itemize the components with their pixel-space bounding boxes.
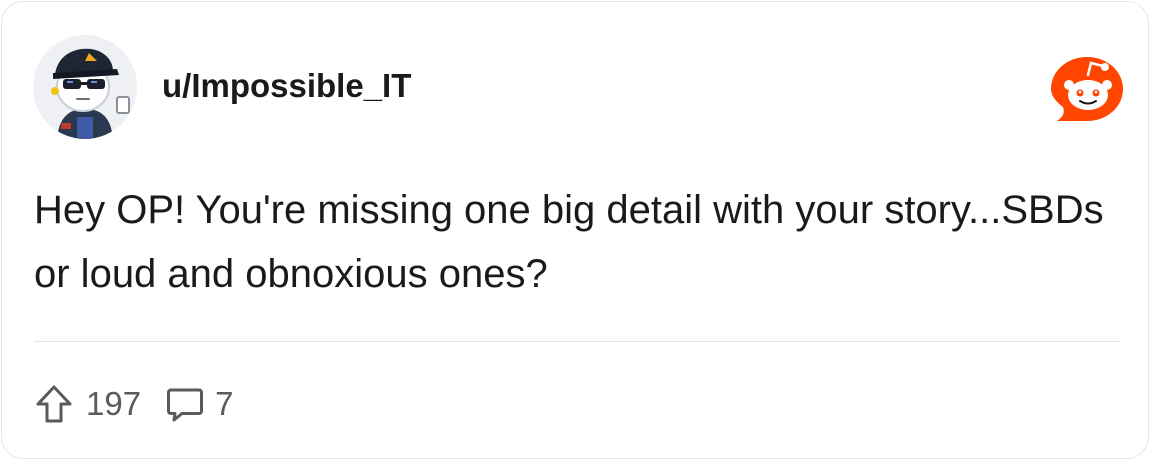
- avatar-icon: [33, 35, 137, 139]
- action-bar: 197 7: [34, 382, 233, 426]
- comment-bubble-icon: [165, 384, 205, 424]
- divider: [34, 341, 1120, 342]
- upvote-button[interactable]: 197: [34, 384, 141, 424]
- upvote-arrow-icon: [34, 384, 74, 424]
- upvote-count: 197: [86, 385, 142, 422]
- user-avatar[interactable]: [33, 35, 137, 139]
- comment-body: Hey OP! You're missing one big detail wi…: [34, 188, 1104, 296]
- comment-count: 7: [215, 385, 234, 422]
- comments-button[interactable]: 7: [165, 384, 233, 424]
- comment-card: u/Impossible_IT Hey OP! You're missing o…: [1, 1, 1149, 459]
- reddit-logo-icon: [1049, 55, 1125, 125]
- username[interactable]: u/Impossible_IT: [162, 66, 411, 106]
